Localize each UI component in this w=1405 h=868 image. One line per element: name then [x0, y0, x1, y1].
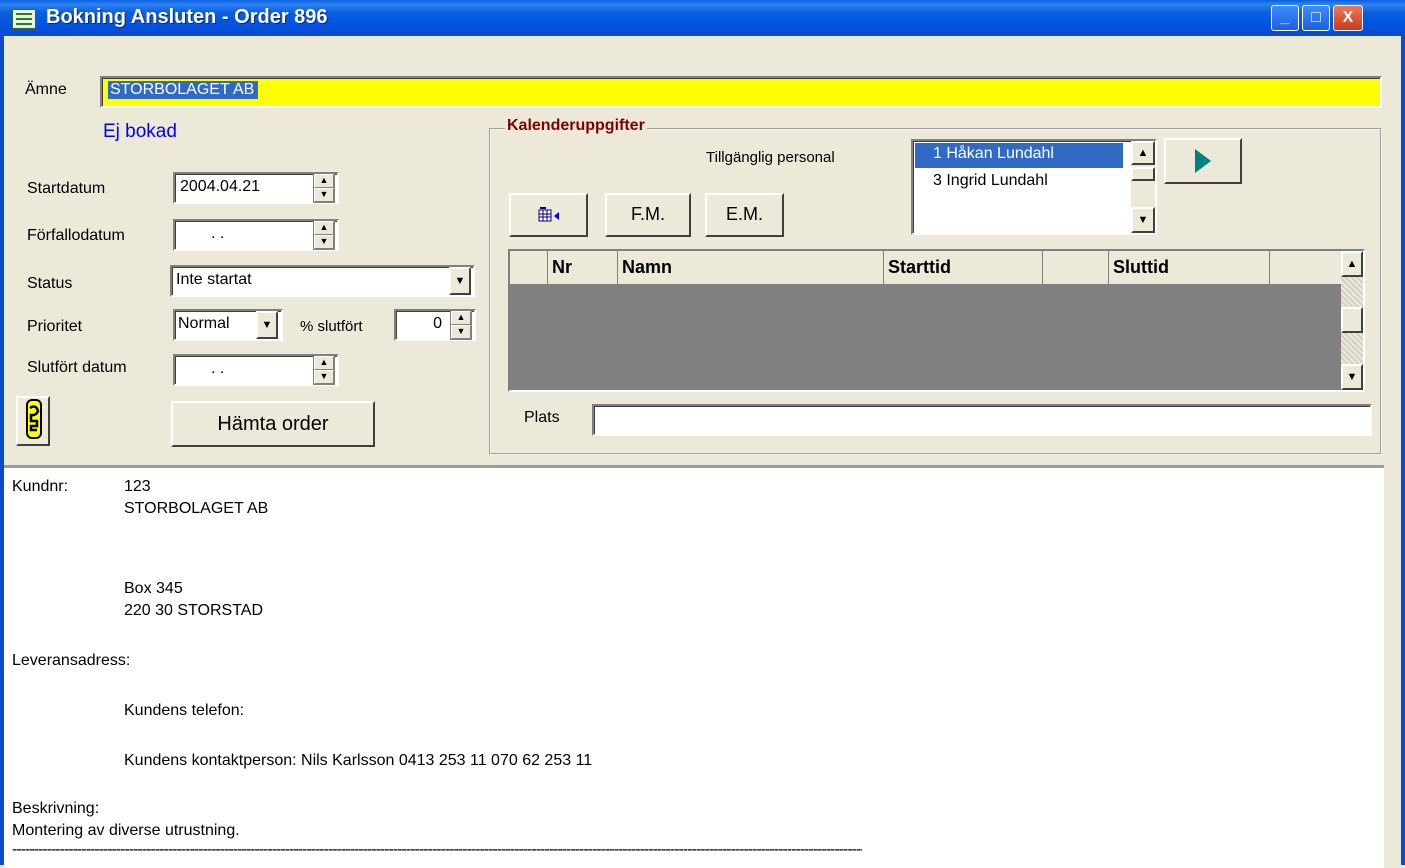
completed-date-spinner[interactable]: ▲ ▼ [313, 355, 335, 385]
completed-date-value: . . [211, 360, 225, 377]
customer-phone-label: Kundens telefon: [124, 702, 245, 719]
details-textarea[interactable]: Kundnr: 123 STORBOLAGET AB Box 345 220 3… [4, 465, 1384, 868]
grid-header-blank[interactable] [1043, 251, 1109, 285]
place-input[interactable] [592, 404, 1372, 436]
calendar-grid[interactable]: Nr Namn Starttid Sluttid ▲ ▼ [508, 249, 1365, 392]
customer-no: 123 [124, 478, 151, 495]
add-staff-button[interactable] [1164, 138, 1242, 184]
grid-header-nr[interactable]: Nr [548, 251, 618, 285]
priority-value: Normal [178, 315, 230, 332]
staff-item[interactable]: 3 Ingrid Lundahl [915, 170, 1123, 195]
booking-status: Ej bokad [103, 121, 177, 142]
chevron-down-icon[interactable]: ▼ [256, 311, 278, 339]
priority-label: Prioritet [27, 318, 83, 335]
start-date-spinner[interactable]: ▲ ▼ [313, 173, 335, 203]
subject-label: Ämne [25, 81, 67, 98]
start-date-label: Startdatum [27, 180, 106, 197]
table-icon [12, 9, 36, 29]
start-date-value: 2004.04.21 [180, 178, 261, 195]
fm-button[interactable]: F.M. [605, 193, 691, 237]
customer-name: STORBOLAGET AB [124, 500, 269, 517]
customer-no-label: Kundnr: [12, 478, 69, 495]
grid-header-namn[interactable]: Namn [618, 251, 884, 285]
available-staff-label: Tillgänglig personal [706, 149, 835, 166]
staff-list[interactable]: 1 Håkan Lundahl 3 Ingrid Lundahl ▲ ▼ [911, 139, 1157, 235]
play-icon [1195, 149, 1211, 173]
scroll-down-icon[interactable]: ▼ [1341, 364, 1363, 390]
grid-arrow-icon [538, 207, 559, 222]
subject-value: STORBOLAGET AB [108, 81, 259, 99]
grid-header-select[interactable] [510, 251, 548, 285]
grid-tool-button[interactable] [509, 193, 588, 237]
percent-label: % slutfört [300, 318, 363, 335]
contact-line: Kundens kontaktperson: Nils Karlsson 041… [124, 752, 593, 769]
details-scrollbar[interactable] [1384, 465, 1401, 865]
chevron-down-icon[interactable]: ▼ [449, 267, 471, 295]
maximize-button[interactable]: □ [1302, 5, 1330, 31]
percent-value: 0 [433, 315, 442, 332]
grid-header-sluttid[interactable]: Sluttid [1109, 251, 1270, 285]
scroll-thumb[interactable] [1341, 307, 1363, 333]
minimize-button[interactable]: _ [1271, 5, 1299, 31]
scroll-down-icon[interactable]: ▼ [1131, 207, 1155, 233]
help-button[interactable] [16, 396, 50, 446]
staff-item[interactable]: 1 Håkan Lundahl [915, 143, 1123, 168]
delivery-address-label: Leveransadress: [12, 652, 131, 669]
grid-header-starttid[interactable]: Starttid [884, 251, 1043, 285]
grid-scrollbar[interactable]: ▲ ▼ [1341, 251, 1363, 390]
calendar-group-title: Kalenderuppgifter [505, 117, 647, 135]
due-date-label: Förfallodatum [27, 227, 125, 244]
due-date-value: . . [211, 225, 225, 242]
scroll-thumb[interactable] [1131, 167, 1155, 181]
close-button[interactable]: X [1333, 5, 1363, 31]
description-label: Beskrivning: [12, 800, 100, 817]
fetch-order-button[interactable]: Hämta order [171, 401, 375, 447]
staff-list-scrollbar[interactable]: ▲ ▼ [1131, 141, 1155, 233]
due-date-spinner[interactable]: ▲ ▼ [313, 220, 335, 250]
scroll-up-icon[interactable]: ▲ [1131, 141, 1155, 165]
key-icon [26, 399, 42, 439]
percent-spinner[interactable]: ▲ ▼ [450, 310, 472, 340]
place-label: Plats [524, 409, 560, 426]
em-button[interactable]: E.M. [705, 193, 784, 237]
grid-header-end[interactable] [1270, 251, 1342, 285]
separator-line: ----------------------------------------… [12, 841, 862, 858]
scroll-up-icon[interactable]: ▲ [1341, 251, 1363, 277]
status-select[interactable]: Inte startat [170, 265, 475, 297]
description-text: Montering av diverse utrustning. [12, 822, 240, 839]
status-value: Inte startat [176, 271, 252, 288]
address-line1: Box 345 [124, 580, 183, 597]
status-label: Status [27, 275, 73, 292]
completed-date-label: Slutfört datum [27, 359, 127, 376]
window-title: Bokning Ansluten - Order 896 [46, 6, 328, 28]
subject-input[interactable]: STORBOLAGET AB [100, 76, 1382, 108]
address-line2: 220 30 STORSTAD [124, 602, 264, 619]
